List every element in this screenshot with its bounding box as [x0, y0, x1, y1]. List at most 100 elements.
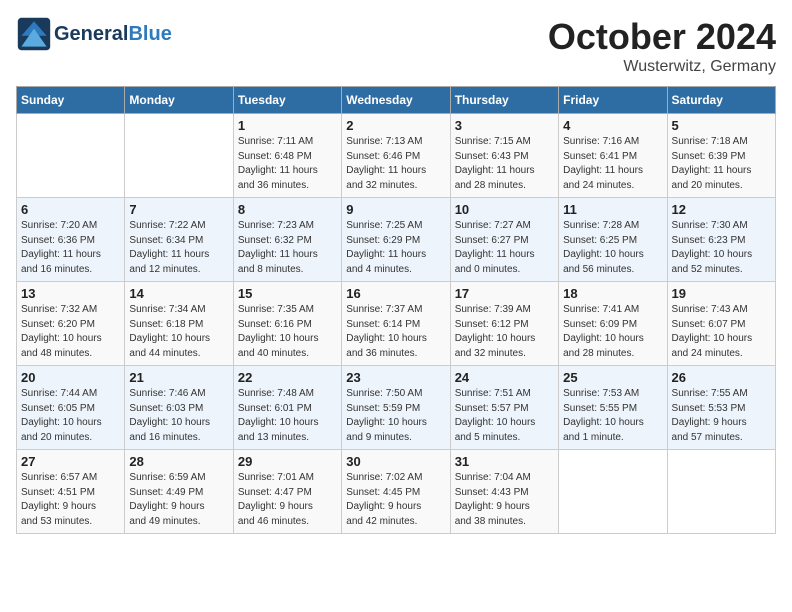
day-number: 25	[563, 370, 662, 385]
day-number: 10	[455, 202, 554, 217]
day-number: 23	[346, 370, 445, 385]
day-number: 19	[672, 286, 771, 301]
calendar-cell	[17, 114, 125, 198]
day-info: Sunrise: 7:41 AM Sunset: 6:09 PM Dayligh…	[563, 303, 662, 361]
day-info: Sunrise: 7:02 AM Sunset: 4:45 PM Dayligh…	[346, 471, 445, 529]
week-row-3: 13 Sunrise: 7:32 AM Sunset: 6:20 PM Dayli…	[17, 282, 776, 366]
calendar-cell: 3 Sunrise: 7:15 AM Sunset: 6:43 PM Daylig…	[450, 114, 558, 198]
day-number: 18	[563, 286, 662, 301]
day-info: Sunrise: 7:48 AM Sunset: 6:01 PM Dayligh…	[238, 387, 337, 445]
day-info: Sunrise: 7:18 AM Sunset: 6:39 PM Dayligh…	[672, 135, 771, 193]
day-number: 12	[672, 202, 771, 217]
header-day-saturday: Saturday	[667, 87, 775, 114]
day-info: Sunrise: 7:23 AM Sunset: 6:32 PM Dayligh…	[238, 219, 337, 277]
calendar-cell: 30 Sunrise: 7:02 AM Sunset: 4:45 PM Dayli…	[342, 450, 450, 534]
month-year: October 2024	[548, 16, 776, 58]
day-number: 13	[21, 286, 120, 301]
day-info: Sunrise: 7:20 AM Sunset: 6:36 PM Dayligh…	[21, 219, 120, 277]
day-info: Sunrise: 7:13 AM Sunset: 6:46 PM Dayligh…	[346, 135, 445, 193]
header-day-sunday: Sunday	[17, 87, 125, 114]
day-number: 3	[455, 118, 554, 133]
calendar-cell: 2 Sunrise: 7:13 AM Sunset: 6:46 PM Daylig…	[342, 114, 450, 198]
day-info: Sunrise: 7:53 AM Sunset: 5:55 PM Dayligh…	[563, 387, 662, 445]
calendar-cell: 1 Sunrise: 7:11 AM Sunset: 6:48 PM Daylig…	[233, 114, 341, 198]
day-info: Sunrise: 7:44 AM Sunset: 6:05 PM Dayligh…	[21, 387, 120, 445]
day-number: 16	[346, 286, 445, 301]
day-info: Sunrise: 7:22 AM Sunset: 6:34 PM Dayligh…	[129, 219, 228, 277]
day-info: Sunrise: 7:43 AM Sunset: 6:07 PM Dayligh…	[672, 303, 771, 361]
day-number: 24	[455, 370, 554, 385]
day-number: 11	[563, 202, 662, 217]
day-number: 30	[346, 454, 445, 469]
day-info: Sunrise: 6:57 AM Sunset: 4:51 PM Dayligh…	[21, 471, 120, 529]
calendar-cell: 11 Sunrise: 7:28 AM Sunset: 6:25 PM Dayli…	[559, 198, 667, 282]
day-info: Sunrise: 7:30 AM Sunset: 6:23 PM Dayligh…	[672, 219, 771, 277]
calendar-cell: 16Sunrise: 7:37 AM Sunset: 6:14 PM Dayli…	[342, 282, 450, 366]
header-day-monday: Monday	[125, 87, 233, 114]
day-number: 2	[346, 118, 445, 133]
location: Wusterwitz, Germany	[548, 58, 776, 76]
day-info: Sunrise: 7:28 AM Sunset: 6:25 PM Dayligh…	[563, 219, 662, 277]
logo-general: General	[54, 23, 128, 45]
day-number: 1	[238, 118, 337, 133]
day-info: Sunrise: 7:15 AM Sunset: 6:43 PM Dayligh…	[455, 135, 554, 193]
day-number: 5	[672, 118, 771, 133]
week-row-1: 1 Sunrise: 7:11 AM Sunset: 6:48 PM Daylig…	[17, 114, 776, 198]
day-info: Sunrise: 7:16 AM Sunset: 6:41 PM Dayligh…	[563, 135, 662, 193]
calendar-cell: 19 Sunrise: 7:43 AM Sunset: 6:07 PM Dayli…	[667, 282, 775, 366]
calendar-cell: 10 Sunrise: 7:27 AM Sunset: 6:27 PM Dayli…	[450, 198, 558, 282]
day-number: 15	[238, 286, 337, 301]
calendar-cell: 22 Sunrise: 7:48 AM Sunset: 6:01 PM Dayli…	[233, 366, 341, 450]
day-info: Sunrise: 6:59 AM Sunset: 4:49 PM Dayligh…	[129, 471, 228, 529]
calendar-cell: 6 Sunrise: 7:20 AM Sunset: 6:36 PM Daylig…	[17, 198, 125, 282]
calendar-cell: 18 Sunrise: 7:41 AM Sunset: 6:09 PM Dayli…	[559, 282, 667, 366]
header-day-friday: Friday	[559, 87, 667, 114]
calendar-cell	[667, 450, 775, 534]
week-row-4: 20Sunrise: 7:44 AM Sunset: 6:05 PM Dayli…	[17, 366, 776, 450]
day-number: 27	[21, 454, 120, 469]
calendar-cell: 27 Sunrise: 6:57 AM Sunset: 4:51 PM Dayli…	[17, 450, 125, 534]
calendar-cell: 29 Sunrise: 7:01 AM Sunset: 4:47 PM Dayli…	[233, 450, 341, 534]
day-number: 29	[238, 454, 337, 469]
day-info: Sunrise: 7:01 AM Sunset: 4:47 PM Dayligh…	[238, 471, 337, 529]
calendar-cell: 25 Sunrise: 7:53 AM Sunset: 5:55 PM Dayli…	[559, 366, 667, 450]
day-number: 21	[129, 370, 228, 385]
day-info: Sunrise: 7:51 AM Sunset: 5:57 PM Dayligh…	[455, 387, 554, 445]
calendar-cell: 20Sunrise: 7:44 AM Sunset: 6:05 PM Dayli…	[17, 366, 125, 450]
day-number: 8	[238, 202, 337, 217]
calendar-cell: 14 Sunrise: 7:34 AM Sunset: 6:18 PM Dayli…	[125, 282, 233, 366]
calendar-cell: 15Sunrise: 7:35 AM Sunset: 6:16 PM Dayli…	[233, 282, 341, 366]
header-day-tuesday: Tuesday	[233, 87, 341, 114]
day-number: 22	[238, 370, 337, 385]
day-number: 31	[455, 454, 554, 469]
calendar-cell: 17 Sunrise: 7:39 AM Sunset: 6:12 PM Dayli…	[450, 282, 558, 366]
calendar-cell: 24 Sunrise: 7:51 AM Sunset: 5:57 PM Dayli…	[450, 366, 558, 450]
day-info: Sunrise: 7:04 AM Sunset: 4:43 PM Dayligh…	[455, 471, 554, 529]
day-number: 14	[129, 286, 228, 301]
title-block: October 2024 Wusterwitz, Germany	[548, 16, 776, 76]
calendar-cell: 28 Sunrise: 6:59 AM Sunset: 4:49 PM Dayli…	[125, 450, 233, 534]
calendar-cell	[559, 450, 667, 534]
calendar-cell	[125, 114, 233, 198]
day-number: 17	[455, 286, 554, 301]
header-row: SundayMondayTuesdayWednesdayThursdayFrid…	[17, 87, 776, 114]
day-info: Sunrise: 7:34 AM Sunset: 6:18 PM Dayligh…	[129, 303, 228, 361]
calendar-cell: 9Sunrise: 7:25 AM Sunset: 6:29 PM Daylig…	[342, 198, 450, 282]
calendar-cell: 4 Sunrise: 7:16 AM Sunset: 6:41 PM Daylig…	[559, 114, 667, 198]
calendar-cell: 13 Sunrise: 7:32 AM Sunset: 6:20 PM Dayli…	[17, 282, 125, 366]
day-info: Sunrise: 7:11 AM Sunset: 6:48 PM Dayligh…	[238, 135, 337, 193]
header-day-thursday: Thursday	[450, 87, 558, 114]
logo-blue: Blue	[128, 23, 171, 45]
header-day-wednesday: Wednesday	[342, 87, 450, 114]
day-number: 6	[21, 202, 120, 217]
logo: GeneralBlue	[16, 16, 172, 52]
calendar-cell: 26Sunrise: 7:55 AM Sunset: 5:53 PM Dayli…	[667, 366, 775, 450]
day-info: Sunrise: 7:55 AM Sunset: 5:53 PM Dayligh…	[672, 387, 771, 445]
day-info: Sunrise: 7:32 AM Sunset: 6:20 PM Dayligh…	[21, 303, 120, 361]
day-info: Sunrise: 7:27 AM Sunset: 6:27 PM Dayligh…	[455, 219, 554, 277]
calendar-cell: 7Sunrise: 7:22 AM Sunset: 6:34 PM Daylig…	[125, 198, 233, 282]
day-number: 4	[563, 118, 662, 133]
calendar-cell: 5 Sunrise: 7:18 AM Sunset: 6:39 PM Daylig…	[667, 114, 775, 198]
day-number: 28	[129, 454, 228, 469]
day-info: Sunrise: 7:39 AM Sunset: 6:12 PM Dayligh…	[455, 303, 554, 361]
